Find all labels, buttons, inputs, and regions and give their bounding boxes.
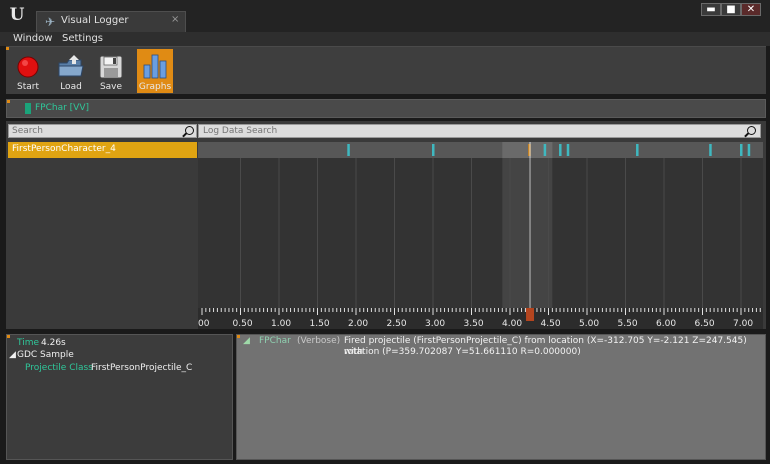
log-message-line-2: rotation (P=359.702087 Y=51.661110 R=0.0…: [344, 347, 581, 357]
ruler-tick-label: 4.00: [502, 319, 522, 329]
actor-color-chip: [25, 103, 31, 114]
menu-settings[interactable]: Settings: [62, 32, 103, 46]
start-button-label: Start: [17, 82, 39, 92]
ruler-tick-label: 2.50: [387, 319, 407, 329]
ruler-tick-label: 6.00: [656, 319, 676, 329]
ruler-tick-label: 6.50: [695, 319, 715, 329]
log-corner-marker: [237, 335, 240, 338]
ruler-tick-label: 1.00: [271, 319, 291, 329]
log-expand-icon[interactable]: ◢: [243, 336, 250, 347]
log-search-icon[interactable]: [747, 126, 756, 135]
ruler-cursor-marker: [526, 308, 535, 321]
save-button[interactable]: Save: [93, 49, 129, 93]
maximize-button[interactable]: ■: [721, 3, 741, 16]
title-bar: U ✈ Visual Logger × ▬ ■ ✕: [0, 0, 770, 32]
load-button-label: Load: [60, 82, 82, 92]
unreal-logo-icon: U: [9, 5, 25, 25]
actorbar-corner-marker: [7, 100, 10, 103]
event-marker: [747, 144, 751, 156]
actor-search-box[interactable]: [8, 124, 197, 138]
event-marker: [432, 144, 435, 156]
record-icon: [17, 56, 39, 78]
details-corner-marker: [7, 335, 10, 338]
time-value: 4.26s: [41, 338, 66, 348]
category-name[interactable]: GDC Sample: [17, 350, 74, 361]
actor-list-item[interactable]: FirstPersonCharacter_4: [8, 142, 197, 158]
actor-list-item-label: FirstPersonCharacter_4: [12, 144, 116, 154]
ruler-tick-label: 5.50: [618, 319, 638, 329]
details-panel: Time 4.26s ◢ GDC Sample Projectile Class…: [6, 334, 233, 460]
search-icon[interactable]: [185, 126, 194, 135]
graphs-button[interactable]: Graphs: [137, 49, 173, 93]
event-marker: [566, 144, 570, 156]
ruler-tick-label: 5.00: [579, 319, 599, 329]
minimize-button[interactable]: ▬: [701, 3, 721, 16]
event-marker: [347, 144, 350, 156]
event-marker: [559, 144, 562, 156]
event-marker: [543, 144, 547, 156]
property-name: Projectile Class: [25, 363, 93, 373]
menu-bar: Window Settings: [0, 32, 770, 46]
time-label: Time: [17, 338, 40, 348]
expand-arrow-icon[interactable]: ◢: [9, 350, 16, 361]
visual-logger-tab-icon: ✈: [45, 15, 56, 29]
ruler-tick-label: 3.50: [464, 319, 484, 329]
log-data-search-box[interactable]: [198, 124, 761, 138]
log-category: FPChar: [259, 336, 291, 346]
event-track[interactable]: [198, 142, 763, 158]
timeline-graph-area[interactable]: [198, 158, 763, 308]
time-ruler-svg: 00 0.50 1.00 1.50 2.00 2.50 3.00 3.50 4.00 4.50 5.…: [198, 308, 761, 329]
event-track-svg: [347, 142, 751, 158]
tab-title: Visual Logger: [61, 15, 129, 26]
event-marker: [636, 144, 639, 156]
menu-window[interactable]: Window: [13, 32, 52, 46]
ruler-tick-label: 2.00: [348, 319, 368, 329]
save-button-label: Save: [99, 82, 123, 92]
load-button[interactable]: Load: [53, 49, 89, 93]
ruler-tick-label: 7.00: [733, 319, 753, 329]
ruler-tick-label: 00: [198, 319, 210, 329]
actor-filter-name[interactable]: FPChar [VV]: [35, 103, 89, 113]
floppy-disk-icon: [99, 55, 123, 79]
ruler-tick-label: 0.50: [233, 319, 253, 329]
bar-graph-icon: [143, 54, 167, 79]
tab-close-icon[interactable]: ×: [171, 14, 179, 25]
toolbar-corner-marker: [6, 47, 9, 50]
time-ruler[interactable]: 00 0.50 1.00 1.50 2.00 2.50 3.00 3.50 4.00 4.50 5.…: [198, 308, 763, 329]
ruler-tick-label: 4.50: [541, 319, 561, 329]
property-value: FirstPersonProjectile_C: [91, 363, 193, 373]
log-output-panel: ◢ FPChar (Verbose) Fired projectile (Fir…: [236, 334, 766, 460]
ruler-tick-label: 1.50: [310, 319, 330, 329]
ruler-tick-label: 3.00: [425, 319, 445, 329]
log-verbosity: (Verbose): [297, 336, 341, 346]
close-window-button[interactable]: ✕: [741, 3, 761, 16]
event-marker: [740, 144, 743, 156]
timeline-panel: FirstPersonCharacter_4 00 0.50 1.00 1.50 2.0…: [6, 121, 766, 329]
actor-filter-bar: FPChar [VV]: [6, 99, 766, 118]
load-folder-icon: [58, 55, 84, 77]
event-marker: [709, 144, 712, 156]
tab-visual-logger[interactable]: ✈ Visual Logger ×: [36, 11, 186, 32]
actor-search-input[interactable]: [9, 125, 179, 137]
log-data-search-input[interactable]: [199, 125, 739, 137]
toolbar: Start Load Save Graphs: [6, 46, 766, 94]
timeline-graph-svg: [240, 158, 742, 308]
start-button[interactable]: Start: [10, 49, 46, 93]
graphs-button-label: Graphs: [138, 82, 172, 92]
